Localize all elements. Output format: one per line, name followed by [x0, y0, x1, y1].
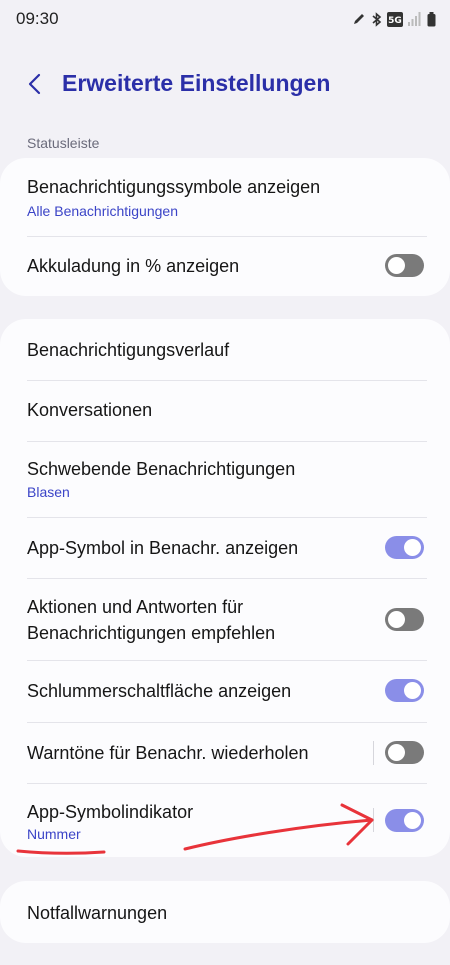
row-label: Schwebende Benachrichtigungen: [27, 459, 296, 479]
row-label: Benachrichtigungsverlauf: [27, 340, 230, 360]
row-notification-icons[interactable]: Benachrichtigungssymbole anzeigen Alle B…: [0, 158, 450, 236]
row-label: Warntöne für Benachr. wiederholen: [27, 743, 309, 763]
row-snooze-button[interactable]: Schlummerschaltfläche anzeigen: [0, 661, 450, 722]
status-icons: 5G: [352, 10, 436, 28]
card-statusleiste: Benachrichtigungssymbole anzeigen Alle B…: [0, 158, 450, 296]
row-label: App-Symbolindikator: [27, 802, 194, 822]
row-label: Akkuladung in % anzeigen: [27, 256, 240, 276]
chevron-left-icon: [28, 73, 41, 95]
status-time: 09:30: [16, 9, 59, 28]
header: Erweiterte Einstellungen: [0, 60, 450, 110]
row-suggest-actions[interactable]: Aktionen und Antworten für Benachrichtig…: [0, 579, 450, 660]
row-label: Schlummerschaltfläche anzeigen: [27, 681, 292, 701]
row-app-icon-in-notification[interactable]: App-Symbol in Benachr. anzeigen: [0, 518, 450, 578]
card-notifications: Benachrichtigungsverlauf Konversationen …: [0, 319, 450, 857]
status-bar: 09:30 5G: [0, 0, 450, 40]
row-app-icon-badge[interactable]: App-Symbolindikator Nummer: [0, 784, 450, 857]
back-button[interactable]: [22, 70, 50, 98]
svg-text:5G: 5G: [388, 16, 402, 26]
app-icon-toggle[interactable]: [385, 536, 424, 559]
row-label: Notfallwarnungen: [27, 903, 168, 923]
bluetooth-icon: [372, 11, 382, 27]
row-separator: [373, 741, 374, 765]
repeat-alerts-toggle[interactable]: [385, 741, 424, 764]
snooze-toggle[interactable]: [385, 679, 424, 702]
card-emergency: Notfallwarnungen: [0, 881, 450, 943]
section-label-statusleiste: Statusleiste: [27, 135, 100, 151]
row-emergency-alerts[interactable]: Notfallwarnungen: [0, 881, 450, 943]
signal-icon: [408, 12, 421, 26]
row-battery-percent[interactable]: Akkuladung in % anzeigen: [0, 237, 450, 296]
row-floating-notifications[interactable]: Schwebende Benachrichtigungen Blasen: [0, 442, 450, 517]
row-conversations[interactable]: Konversationen: [0, 381, 450, 441]
row-notification-history[interactable]: Benachrichtigungsverlauf: [0, 319, 450, 380]
battery-percent-toggle[interactable]: [385, 254, 424, 277]
row-label-line2: Benachrichtigungen empfehlen: [27, 623, 276, 643]
row-label: Konversationen: [27, 400, 153, 420]
row-sub: Alle Benachrichtigungen: [27, 203, 178, 219]
pen-icon: [354, 14, 364, 24]
app-icon-badge-toggle[interactable]: [385, 809, 424, 832]
row-sub: Nummer: [27, 826, 81, 842]
battery-icon: [427, 11, 436, 26]
row-sub: Blasen: [27, 484, 70, 500]
5g-icon: 5G: [387, 11, 403, 27]
row-repeat-alerts[interactable]: Warntöne für Benachr. wiederholen: [0, 723, 450, 783]
row-label: App-Symbol in Benachr. anzeigen: [27, 538, 299, 558]
page-title: Erweiterte Einstellungen: [62, 70, 331, 96]
row-separator: [373, 808, 374, 832]
row-label: Aktionen und Antworten für: [27, 597, 244, 617]
row-label: Benachrichtigungssymbole anzeigen: [27, 177, 321, 197]
suggest-actions-toggle[interactable]: [385, 608, 424, 631]
